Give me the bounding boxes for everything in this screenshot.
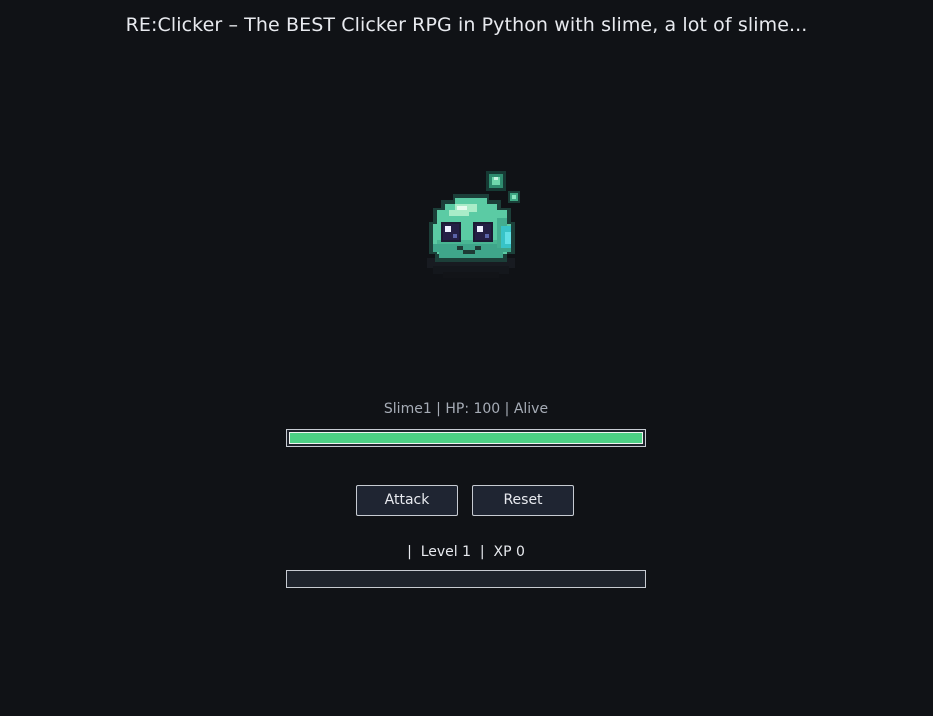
attack-button[interactable]: Attack [356,485,458,516]
xp-bar [286,570,646,588]
game-window: RE:Clicker – The BEST Clicker RPG in Pyt… [0,0,933,716]
reset-button[interactable]: Reset [472,485,574,516]
hp-bar [286,429,646,447]
slime-sprite-icon[interactable] [423,168,523,280]
hp-bar-fill [289,432,643,444]
game-title: RE:Clicker – The BEST Clicker RPG in Pyt… [125,14,808,36]
enemy-status-text: Slime1 | HP: 100 | Alive [383,401,549,417]
level-xp-text: | Level 1 | XP 0 [407,544,525,560]
